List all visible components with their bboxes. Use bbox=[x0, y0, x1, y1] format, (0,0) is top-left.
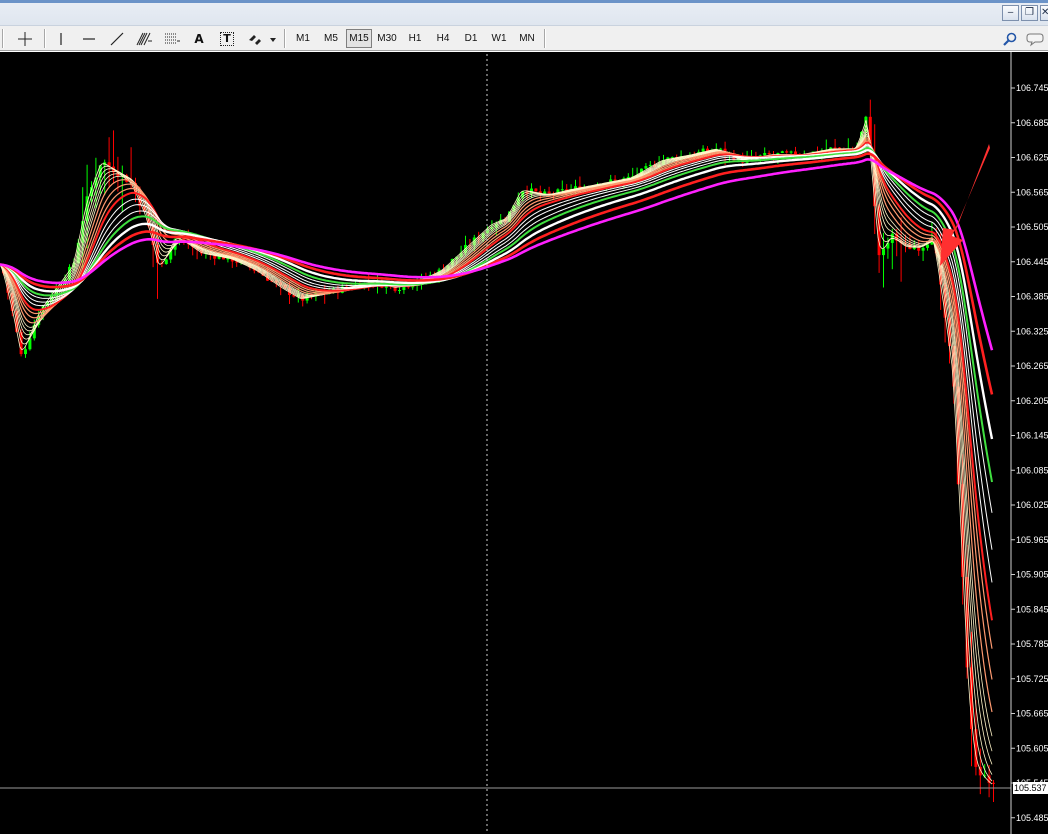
price-tick-label: 105.845 bbox=[1016, 604, 1048, 614]
chat-icon[interactable] bbox=[1026, 29, 1048, 48]
candle-body bbox=[398, 290, 401, 292]
close-button[interactable]: ✕ bbox=[1040, 5, 1048, 21]
price-tick-label: 105.605 bbox=[1016, 743, 1048, 753]
candle-body bbox=[926, 244, 929, 248]
price-tick-label: 105.725 bbox=[1016, 674, 1048, 684]
price-axis: 106.745 106.685 106.625 106.565 106.505 106.4… bbox=[1011, 83, 1048, 823]
candle-body bbox=[992, 782, 995, 784]
candle-body bbox=[912, 247, 916, 250]
candle-body bbox=[547, 191, 551, 194]
candle-body bbox=[917, 247, 921, 251]
timeframe-mn[interactable]: MN bbox=[514, 29, 540, 48]
candle-body bbox=[164, 259, 168, 265]
candle-body bbox=[921, 247, 925, 251]
window-title-bar: ‒ ❐ ✕ bbox=[0, 0, 1048, 26]
candle-body bbox=[613, 179, 617, 181]
ema-white-thick-line bbox=[0, 148, 994, 440]
crosshair-icon[interactable] bbox=[12, 29, 38, 48]
chart-canvas[interactable]: 106.745 106.685 106.625 106.565 106.505 106.4… bbox=[0, 52, 1048, 834]
price-tick-label: 106.745 bbox=[1016, 83, 1048, 93]
price-tick-label: 106.265 bbox=[1016, 361, 1048, 371]
fibonacci-icon[interactable] bbox=[132, 29, 156, 48]
horizontal-line-icon[interactable] bbox=[78, 29, 100, 48]
chart-overlays bbox=[0, 54, 1011, 834]
text-label-glyph: T bbox=[220, 31, 234, 46]
candle-body bbox=[24, 349, 27, 355]
ema-red-thick-line bbox=[0, 152, 994, 395]
timeframe-d1[interactable]: D1 bbox=[458, 29, 484, 48]
gann-grid-icon[interactable] bbox=[160, 29, 184, 48]
title-bar-accent bbox=[0, 0, 1048, 3]
candle-body bbox=[543, 191, 547, 194]
search-icon[interactable] bbox=[1000, 29, 1020, 48]
minimize-button[interactable]: ‒ bbox=[1002, 5, 1019, 21]
toolbar-separator bbox=[44, 29, 46, 48]
toolbar-separator bbox=[544, 29, 546, 48]
timeframe-m30[interactable]: M30 bbox=[374, 29, 400, 48]
text-icon[interactable]: A bbox=[188, 29, 210, 48]
candle-body bbox=[785, 151, 789, 153]
price-chart[interactable]: 106.745 106.685 106.625 106.565 106.505 106.4… bbox=[0, 52, 1048, 834]
price-tick-label: 106.505 bbox=[1016, 222, 1048, 232]
candle-body bbox=[719, 148, 723, 150]
price-tick-label: 106.025 bbox=[1016, 500, 1048, 510]
price-tick-label: 106.625 bbox=[1016, 153, 1048, 163]
price-tick-label: 105.485 bbox=[1016, 813, 1048, 823]
timeframe-h4[interactable]: H4 bbox=[430, 29, 456, 48]
timeframe-w1[interactable]: W1 bbox=[486, 29, 512, 48]
candle-body bbox=[644, 166, 648, 169]
candle-body bbox=[648, 164, 652, 167]
vertical-line-icon[interactable] bbox=[50, 29, 72, 48]
price-tick-label: 105.665 bbox=[1016, 709, 1048, 719]
candle-body bbox=[882, 248, 885, 256]
chart-toolbar: A T M1 M5 M15 M30 H1 H4 D1 W1 MN bbox=[0, 26, 1048, 51]
price-tick-label: 106.205 bbox=[1016, 396, 1048, 406]
price-tick-label: 106.685 bbox=[1016, 118, 1048, 128]
timeframe-m1[interactable]: M1 bbox=[290, 29, 316, 48]
candle-body bbox=[780, 151, 784, 153]
toolbar-separator bbox=[284, 29, 286, 48]
ema-green-line bbox=[0, 146, 993, 483]
text-label-icon[interactable]: T bbox=[216, 29, 238, 48]
candle-body bbox=[767, 152, 771, 155]
current-price-label: 105.537 bbox=[1013, 781, 1048, 794]
timeframe-m15[interactable]: M15 bbox=[346, 29, 372, 48]
restore-button[interactable]: ❐ bbox=[1021, 5, 1038, 21]
candle-body bbox=[763, 152, 767, 156]
timeframe-m5[interactable]: M5 bbox=[318, 29, 344, 48]
price-tick-label: 106.325 bbox=[1016, 326, 1048, 336]
candle-body bbox=[534, 188, 538, 192]
price-tick-label: 106.085 bbox=[1016, 465, 1048, 475]
toolbar-separator bbox=[2, 29, 4, 48]
candle-body bbox=[789, 151, 793, 153]
moving-average-ribbon bbox=[0, 120, 994, 785]
price-tick-label: 105.785 bbox=[1016, 639, 1048, 649]
arrows-icon[interactable] bbox=[244, 29, 278, 48]
price-tick-label: 105.965 bbox=[1016, 535, 1048, 545]
candle-body bbox=[833, 147, 837, 149]
price-tick-label: 106.445 bbox=[1016, 257, 1048, 267]
candle-body bbox=[560, 189, 564, 191]
timeframe-h1[interactable]: H1 bbox=[402, 29, 428, 48]
trendline-icon[interactable] bbox=[106, 29, 128, 48]
price-tick-label: 106.565 bbox=[1016, 187, 1048, 197]
candle-body bbox=[701, 148, 705, 152]
price-tick-label: 106.145 bbox=[1016, 431, 1048, 441]
price-tick-label: 106.385 bbox=[1016, 292, 1048, 302]
price-tick-label: 105.905 bbox=[1016, 570, 1048, 580]
